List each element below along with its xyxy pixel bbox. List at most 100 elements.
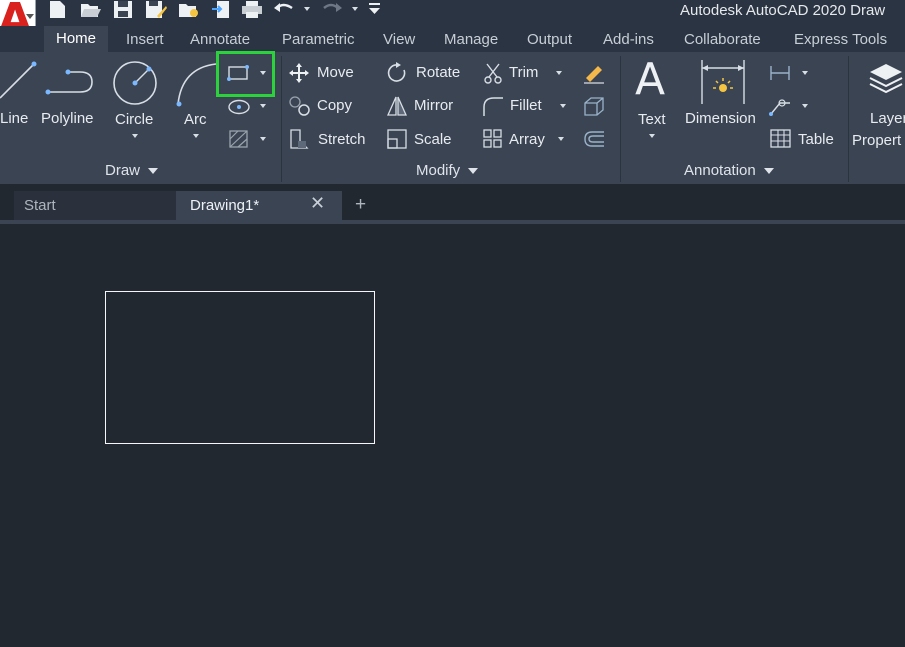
arc-dropdown-icon[interactable] (193, 134, 199, 138)
save-as-icon[interactable] (145, 0, 167, 18)
customize-icon[interactable] (367, 0, 387, 18)
dimension-icon (701, 60, 745, 104)
text-dropdown-icon[interactable] (649, 134, 655, 138)
open-icon[interactable] (80, 0, 101, 18)
annotation-panel-title-label: Annotation (684, 162, 756, 179)
offset-icon (584, 131, 604, 147)
save-icon[interactable] (113, 0, 133, 18)
explode-button[interactable] (580, 93, 608, 119)
tab-insert[interactable]: Insert (126, 31, 164, 48)
text-label: Text (638, 111, 666, 128)
erase-button[interactable] (580, 60, 608, 86)
polyline-icon (45, 69, 93, 95)
array-dropdown-icon[interactable] (558, 137, 564, 141)
polyline-label: Polyline (41, 110, 94, 127)
tab-express-tools[interactable]: Express Tools (794, 31, 887, 48)
tab-add-ins[interactable]: Add-ins (603, 31, 654, 48)
layer-properties-label-line2: Propert (852, 132, 902, 149)
array-label: Array (509, 131, 545, 148)
hatch-tool[interactable] (224, 128, 260, 152)
dimension-label: Dimension (685, 110, 756, 127)
array-icon (483, 129, 502, 148)
modify-panel-title-label: Modify (416, 162, 461, 179)
hatch-icon (229, 130, 248, 148)
save-to-web-icon[interactable] (211, 0, 231, 18)
linear-dimension-dropdown-icon[interactable] (802, 71, 808, 75)
tab-start[interactable]: Start (14, 191, 176, 220)
tab-collaborate[interactable]: Collaborate (684, 31, 761, 48)
modify-panel-title[interactable]: Modify (416, 162, 479, 179)
redo-dropdown-icon[interactable] (352, 7, 358, 11)
rotate-label: Rotate (416, 64, 461, 81)
tab-view[interactable]: View (383, 31, 415, 48)
scale-icon (387, 129, 407, 149)
tab-annotate[interactable]: Annotate (190, 31, 250, 48)
tab-output[interactable]: Output (527, 31, 572, 48)
fillet-dropdown-icon[interactable] (560, 104, 566, 108)
undo-dropdown-icon[interactable] (304, 7, 310, 11)
circle-dropdown-icon[interactable] (132, 134, 138, 138)
circle-label: Circle (115, 111, 154, 128)
fillet-label: Fillet (510, 97, 542, 114)
stretch-icon (290, 129, 309, 149)
trim-label: Trim (509, 64, 539, 81)
tab-manage[interactable]: Manage (444, 31, 498, 48)
layer-properties-label-line1: Layer (870, 110, 905, 127)
circle-button[interactable] (108, 56, 164, 144)
chevron-down-icon (763, 168, 774, 175)
trim-dropdown-icon[interactable] (556, 71, 562, 75)
new-icon[interactable] (47, 0, 67, 18)
circle-icon (113, 61, 157, 105)
chevron-down-icon (148, 168, 159, 175)
fillet-icon (483, 97, 503, 116)
annotation-panel-title[interactable]: Annotation (684, 162, 774, 179)
arc-label: Arc (184, 111, 207, 128)
table-label: Table (798, 131, 834, 148)
table-icon (770, 129, 791, 148)
close-icon[interactable]: ✕ (310, 193, 325, 214)
rectangle-button-highlight (216, 51, 275, 97)
move-icon (289, 63, 309, 83)
draw-panel-title[interactable]: Draw (105, 162, 159, 179)
add-tab-icon[interactable]: + (355, 194, 366, 216)
scale-label: Scale (414, 131, 452, 148)
ellipse-tool[interactable] (224, 95, 260, 119)
layer-properties-button[interactable]: Layer Propert (852, 56, 905, 149)
linear-dimension-icon (770, 66, 790, 80)
text-button[interactable]: A (630, 54, 676, 144)
panel-divider (848, 56, 849, 182)
draw-panel-title-label: Draw (105, 162, 141, 179)
arc-button[interactable] (172, 56, 217, 144)
panel-divider (281, 56, 282, 182)
stretch-label: Stretch (318, 131, 366, 148)
leader-icon (769, 99, 790, 116)
redo-icon[interactable] (321, 0, 342, 18)
tab-parametric[interactable]: Parametric (282, 31, 355, 48)
copy-icon (289, 96, 310, 116)
explode-icon (584, 97, 604, 116)
open-from-web-icon[interactable] (178, 0, 198, 18)
undo-icon[interactable] (273, 0, 293, 18)
chevron-down-icon (26, 14, 34, 19)
trim-icon (484, 63, 502, 84)
plot-icon[interactable] (241, 0, 262, 18)
arc-icon (176, 63, 217, 107)
erase-icon (584, 66, 604, 84)
hatch-dropdown-icon[interactable] (260, 137, 266, 141)
line-icon (0, 61, 37, 99)
chevron-down-icon (468, 168, 479, 175)
panel-divider (620, 56, 621, 182)
ellipse-icon (228, 99, 250, 115)
offset-button[interactable] (580, 126, 608, 152)
line-label: Line (0, 110, 29, 127)
drawn-rectangle[interactable] (105, 291, 375, 444)
mirror-label: Mirror (414, 97, 454, 114)
layer-properties-icon (869, 64, 903, 94)
window-title: Autodesk AutoCAD 2020 Draw (680, 2, 886, 19)
leader-dropdown-icon[interactable] (802, 104, 808, 108)
tab-home[interactable]: Home (44, 26, 109, 52)
mirror-icon (386, 96, 408, 116)
copy-label: Copy (317, 97, 353, 114)
ellipse-dropdown-icon[interactable] (260, 104, 266, 108)
move-label: Move (317, 64, 354, 81)
